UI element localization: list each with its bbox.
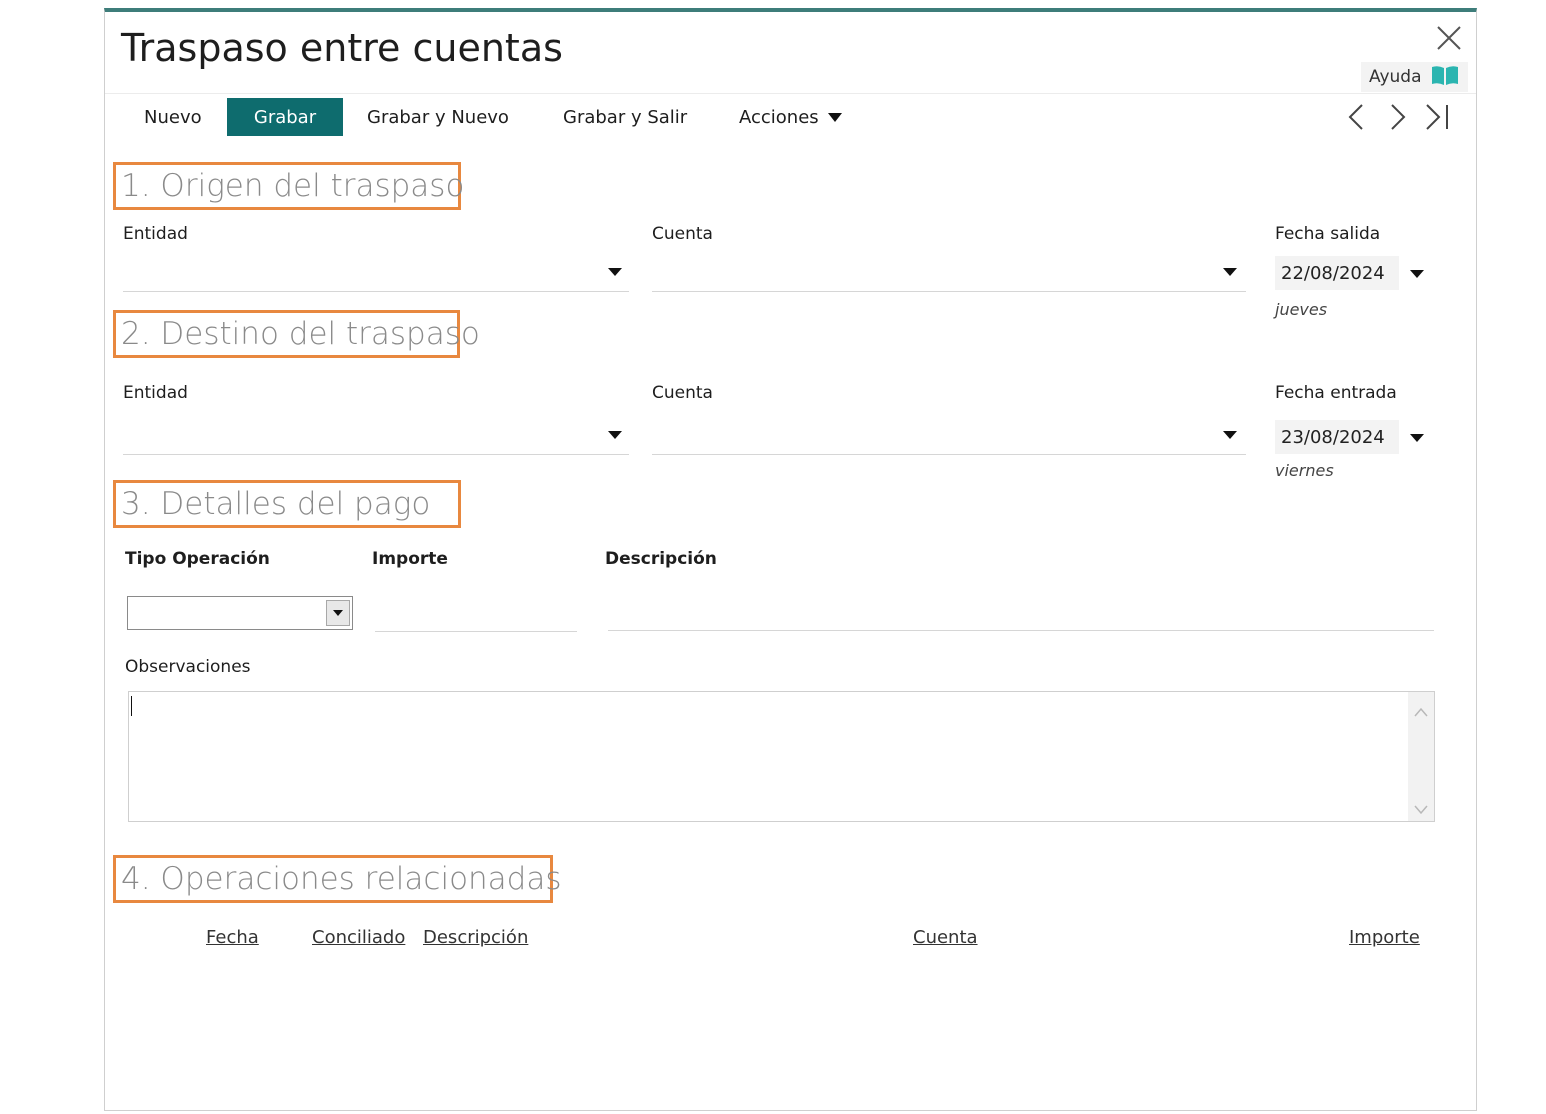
column-header-fecha[interactable]: Fecha [206, 927, 259, 948]
help-button[interactable]: Ayuda [1361, 62, 1468, 92]
fecha-entrada-input[interactable]: 23/08/2024 [1275, 420, 1399, 454]
grabar-salir-button[interactable]: Grabar y Salir [563, 98, 693, 136]
scroll-down-icon[interactable] [1414, 800, 1428, 819]
underline [608, 630, 1434, 631]
text-cursor [131, 696, 132, 716]
underline [652, 291, 1246, 292]
observaciones-label: Observaciones [125, 657, 251, 677]
grabar-button[interactable]: Grabar [227, 98, 343, 136]
combo-dropdown-button[interactable] [326, 600, 350, 626]
nuevo-button[interactable]: Nuevo [144, 98, 214, 136]
importe-label: Importe [372, 549, 448, 569]
next-record-icon[interactable] [1382, 102, 1412, 132]
fecha-entrada-label: Fecha entrada [1275, 383, 1397, 403]
underline [375, 631, 577, 632]
origen-cuenta-select[interactable] [652, 252, 1246, 292]
last-record-icon[interactable] [1422, 102, 1452, 132]
operaciones-section-heading: 4. Operaciones relacionadas [113, 855, 562, 903]
underline [652, 454, 1246, 455]
observaciones-textarea[interactable] [128, 691, 1435, 822]
fecha-entrada-day: viernes [1275, 461, 1334, 480]
calendar-dropdown-icon[interactable] [1410, 434, 1424, 442]
scroll-up-icon[interactable] [1414, 702, 1428, 721]
tipo-operacion-select[interactable] [127, 596, 353, 630]
close-icon[interactable] [1435, 24, 1463, 52]
traspaso-window: Traspaso entre cuentas Ayuda Nuevo Graba… [104, 8, 1477, 1111]
underline [123, 291, 629, 292]
chevron-down-icon [608, 431, 622, 439]
chevron-down-icon [608, 268, 622, 276]
column-header-descripcion[interactable]: Descripción [423, 927, 528, 948]
pago-section-heading: 3. Detalles del pago [113, 480, 461, 528]
chevron-down-icon [1223, 268, 1237, 276]
column-header-cuenta[interactable]: Cuenta [913, 927, 978, 948]
origen-entidad-select[interactable] [123, 252, 629, 292]
fecha-salida-day: jueves [1275, 300, 1328, 319]
column-header-importe[interactable]: Importe [1349, 927, 1420, 948]
descripcion-label: Descripción [605, 549, 717, 569]
fecha-salida-label: Fecha salida [1275, 224, 1381, 244]
destino-cuenta-select[interactable] [652, 415, 1246, 455]
chevron-down-icon [1223, 431, 1237, 439]
grabar-nuevo-button[interactable]: Grabar y Nuevo [367, 98, 517, 136]
help-label: Ayuda [1369, 67, 1422, 87]
tipo-operacion-label: Tipo Operación [125, 549, 270, 569]
window-title: Traspaso entre cuentas [121, 26, 563, 70]
column-header-conciliado[interactable]: Conciliado [312, 927, 405, 948]
fecha-salida-input[interactable]: 22/08/2024 [1275, 256, 1399, 290]
importe-input[interactable] [375, 596, 577, 632]
descripcion-input[interactable] [608, 596, 1434, 632]
chevron-down-icon [333, 610, 343, 616]
destino-cuenta-label: Cuenta [652, 383, 713, 403]
destino-entidad-label: Entidad [123, 383, 188, 403]
underline [123, 454, 629, 455]
book-icon [1430, 64, 1460, 91]
origen-section-heading: 1. Origen del traspaso [113, 162, 464, 210]
destino-entidad-select[interactable] [123, 415, 629, 455]
previous-record-icon[interactable] [1342, 102, 1372, 132]
chevron-down-icon [827, 112, 842, 122]
origen-entidad-label: Entidad [123, 224, 188, 244]
toolbar-divider [105, 93, 1476, 94]
observaciones-scrollbar[interactable] [1408, 692, 1434, 821]
acciones-label: Acciones [739, 106, 819, 128]
calendar-dropdown-icon[interactable] [1410, 270, 1424, 278]
destino-section-heading: 2. Destino del traspaso [113, 310, 480, 358]
acciones-menu[interactable]: Acciones [739, 98, 849, 136]
origen-cuenta-label: Cuenta [652, 224, 713, 244]
